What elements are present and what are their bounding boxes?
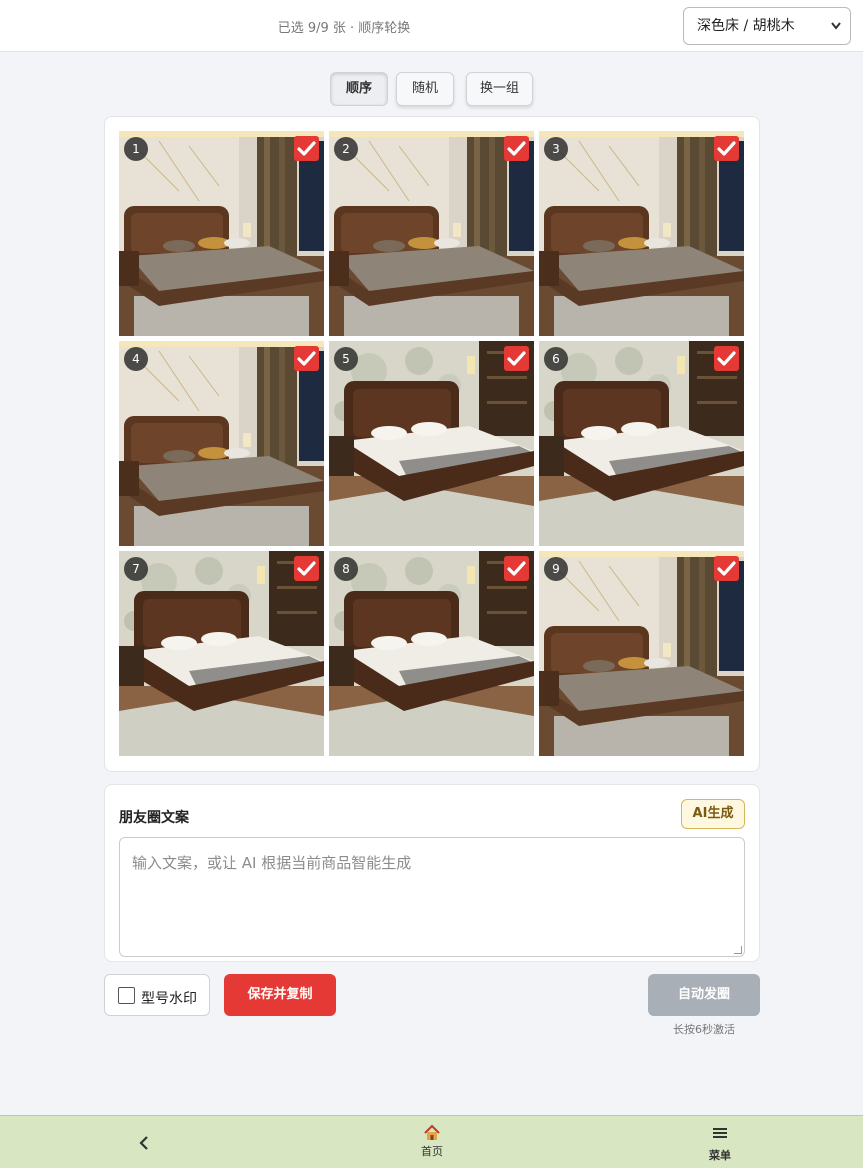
- photo-checkbox[interactable]: [504, 346, 529, 371]
- photo-checkbox[interactable]: [714, 136, 739, 161]
- photo-index-badge: 6: [544, 347, 568, 371]
- nav-home-label: 首页: [421, 1145, 443, 1158]
- top-bar: 已选 9/9 张 · 顺序轮换 深色床 / 胡桃木: [0, 0, 863, 52]
- nav-menu[interactable]: 菜单: [698, 1124, 742, 1164]
- resize-handle-icon[interactable]: [734, 946, 742, 954]
- photo-checkbox[interactable]: [294, 556, 319, 581]
- ai-generate-button[interactable]: AI生成: [681, 799, 745, 829]
- photo-checkbox[interactable]: [714, 556, 739, 581]
- back-button[interactable]: [128, 1129, 160, 1157]
- bed-photo: [119, 551, 324, 756]
- photo-index-badge: 2: [334, 137, 358, 161]
- photo-checkbox[interactable]: [504, 136, 529, 161]
- bed-photo: [329, 131, 534, 336]
- watermark-toggle[interactable]: 型号水印: [104, 974, 210, 1016]
- checkmark-icon: [717, 561, 736, 576]
- photo-index-badge: 4: [124, 347, 148, 371]
- photo-checkbox[interactable]: [294, 346, 319, 371]
- photo-grid: 1 2 3 4 5 6 7 8 9: [104, 116, 760, 772]
- bed-photo: [539, 551, 744, 756]
- checkmark-icon: [717, 351, 736, 366]
- mode-shuffle-button[interactable]: 换一组: [466, 72, 533, 106]
- caption-title: 朋友圈文案: [119, 810, 189, 826]
- house-icon: [410, 1124, 454, 1142]
- photo-index-badge: 7: [124, 557, 148, 581]
- photo-tile[interactable]: 7: [119, 551, 324, 756]
- photo-index-badge: 9: [544, 557, 568, 581]
- product-select[interactable]: 深色床 / 胡桃木: [683, 7, 851, 45]
- bed-photo: [329, 341, 534, 546]
- bed-photo: [119, 341, 324, 546]
- chevron-left-icon: [137, 1136, 151, 1162]
- watermark-label: 型号水印: [141, 991, 197, 1007]
- bottom-nav: 首页 菜单: [0, 1115, 863, 1168]
- checkmark-icon: [507, 351, 526, 366]
- photo-index-badge: 3: [544, 137, 568, 161]
- photo-tile[interactable]: 2: [329, 131, 534, 336]
- watermark-checkbox[interactable]: [118, 987, 135, 1004]
- checkmark-icon: [297, 141, 316, 156]
- auto-post-button[interactable]: 自动发圈: [648, 974, 760, 1016]
- bed-photo: [119, 131, 324, 336]
- bed-photo: [539, 131, 744, 336]
- photo-tile[interactable]: 8: [329, 551, 534, 756]
- nav-menu-label: 菜单: [709, 1149, 731, 1162]
- caption-textarea[interactable]: 输入文案，或让 AI 根据当前商品智能生成: [119, 837, 745, 957]
- photo-index-badge: 8: [334, 557, 358, 581]
- checkmark-icon: [297, 351, 316, 366]
- save-copy-button[interactable]: 保存并复制: [224, 974, 336, 1016]
- chevron-down-icon: [830, 8, 842, 58]
- checkmark-icon: [507, 141, 526, 156]
- hamburger-icon: [698, 1124, 742, 1146]
- photo-checkbox[interactable]: [504, 556, 529, 581]
- photo-tile[interactable]: 5: [329, 341, 534, 546]
- photo-tile[interactable]: 4: [119, 341, 324, 546]
- selection-status: 已选 9/9 张 · 顺序轮换: [277, 21, 411, 36]
- photo-tile[interactable]: 9: [539, 551, 744, 756]
- photo-tile[interactable]: 6: [539, 341, 744, 546]
- checkmark-icon: [507, 561, 526, 576]
- photo-tile[interactable]: 3: [539, 131, 744, 336]
- mode-random-button[interactable]: 随机: [396, 72, 454, 106]
- rotation-mode-group: 顺序 随机 换一组: [0, 72, 863, 106]
- auto-post-hint: 长按6秒激活: [673, 1023, 735, 1036]
- checkmark-icon: [297, 561, 316, 576]
- photo-tile[interactable]: 1: [119, 131, 324, 336]
- caption-placeholder: 输入文案，或让 AI 根据当前商品智能生成: [132, 854, 412, 872]
- nav-home[interactable]: 首页: [410, 1124, 454, 1164]
- photo-checkbox[interactable]: [714, 346, 739, 371]
- bed-photo: [329, 551, 534, 756]
- mode-sequential-button[interactable]: 顺序: [330, 72, 388, 106]
- photo-checkbox[interactable]: [294, 136, 319, 161]
- photo-index-badge: 1: [124, 137, 148, 161]
- product-select-value: 深色床 / 胡桃木: [697, 18, 795, 34]
- checkmark-icon: [717, 141, 736, 156]
- caption-card: 朋友圈文案 AI生成 输入文案，或让 AI 根据当前商品智能生成: [104, 784, 760, 962]
- bed-photo: [539, 341, 744, 546]
- photo-index-badge: 5: [334, 347, 358, 371]
